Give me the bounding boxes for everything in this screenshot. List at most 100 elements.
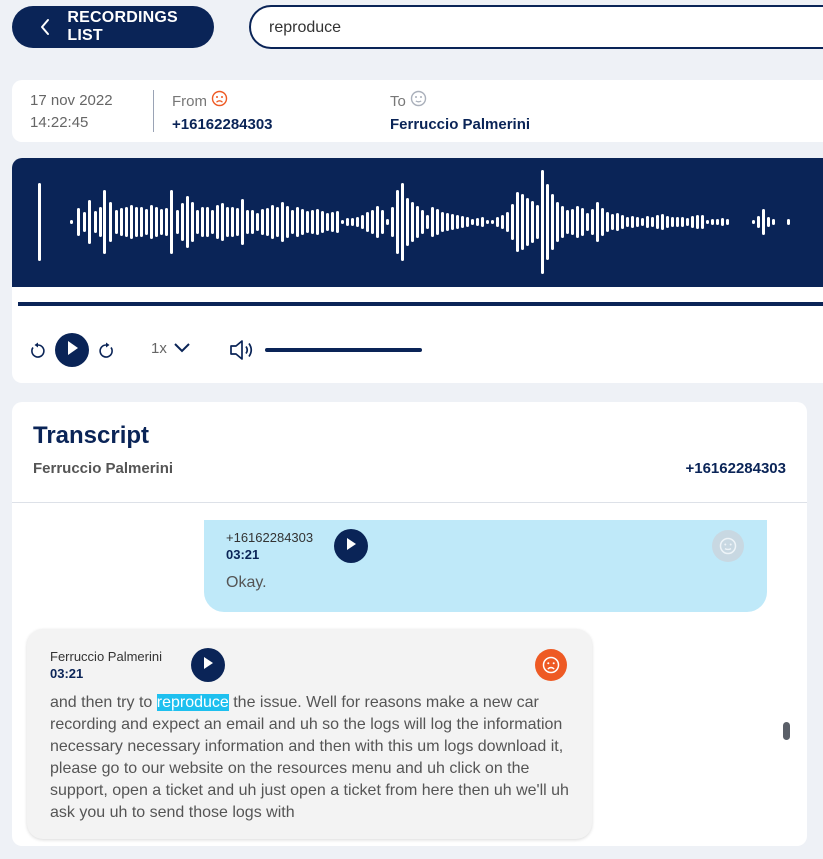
replay-icon[interactable]	[28, 341, 48, 361]
waveform-bar	[762, 209, 765, 235]
waveform-bar	[115, 210, 118, 234]
play-button[interactable]	[55, 333, 89, 367]
waveform-bar	[281, 202, 284, 242]
waveform-bar	[160, 209, 163, 235]
waveform-bar	[376, 206, 379, 238]
waveform-bar	[196, 210, 199, 234]
waveform-bar	[772, 219, 775, 225]
waveform-bar	[150, 205, 153, 239]
waveform-bar	[671, 217, 674, 227]
from-value: +16162284303	[172, 116, 273, 133]
forward-icon[interactable]	[96, 341, 116, 361]
waveform-bar	[261, 209, 264, 235]
message-text: Okay.	[226, 574, 267, 591]
waveform-bar	[416, 206, 419, 238]
waveform-bar	[276, 207, 279, 237]
waveform-bar	[721, 218, 724, 226]
waveform-bar	[591, 209, 594, 235]
waveform-bar	[531, 201, 534, 243]
search-input[interactable]	[269, 17, 823, 39]
waveform-bar	[511, 204, 514, 240]
playback-progress-bar[interactable]	[18, 302, 823, 306]
waveform-bar	[165, 208, 168, 236]
waveform-bar	[371, 210, 374, 234]
neutral-face-icon	[712, 530, 744, 562]
waveform-bar	[406, 198, 409, 246]
waveform-bar	[686, 218, 689, 226]
volume-icon[interactable]	[228, 338, 256, 362]
waveform-bar	[651, 217, 654, 227]
speed-value: 1x	[151, 340, 167, 357]
waveform-bar	[661, 214, 664, 230]
waveform-bar	[541, 170, 544, 274]
waveform-bar	[561, 206, 564, 238]
waveform-bar	[99, 207, 102, 237]
waveform-bar	[88, 200, 91, 244]
call-date: 17 nov 2022	[30, 92, 113, 109]
neutral-face-icon	[410, 90, 427, 114]
call-datetime: 17 nov 2022 14:22:45	[30, 90, 113, 134]
call-info-card: 17 nov 2022 14:22:45 From +16162284303 T…	[12, 80, 823, 142]
waveform-bar	[103, 190, 106, 254]
volume-slider[interactable]	[265, 348, 422, 352]
waveform-bar	[381, 210, 384, 234]
play-icon	[202, 656, 214, 675]
waveform-bar	[716, 219, 719, 225]
search-highlight: reproduce	[156, 694, 229, 711]
waveform-bar	[696, 215, 699, 229]
waveform-bar	[94, 211, 97, 233]
waveform-bar	[521, 194, 524, 250]
waveform-bar	[681, 217, 684, 227]
waveform-bar	[636, 217, 639, 227]
waveform-bar	[109, 202, 112, 242]
waveform-bar	[787, 219, 790, 225]
waveform-bar	[456, 215, 459, 229]
waveform-bar	[70, 220, 73, 224]
frown-icon	[535, 649, 567, 681]
waveform-bar	[501, 215, 504, 229]
waveform-bar	[155, 207, 158, 237]
waveform-bar	[396, 190, 399, 254]
waveform-bar	[216, 205, 219, 239]
waveform-bar	[767, 217, 770, 227]
from-field: From +16162284303	[172, 90, 273, 136]
waveform-bar	[576, 206, 579, 238]
waveform-bar	[706, 220, 709, 224]
waveform-bar	[611, 214, 614, 230]
waveform-bar	[471, 219, 474, 225]
waveform-bar	[286, 206, 289, 238]
waveform-bar	[271, 205, 274, 239]
info-divider	[153, 90, 154, 132]
waveform-bar	[446, 213, 449, 231]
waveform-bar	[551, 194, 554, 250]
waveform-bar	[176, 210, 179, 234]
waveform-bar	[191, 202, 194, 242]
waveform-bar	[386, 219, 389, 225]
message-play-button[interactable]	[334, 529, 368, 563]
waveform-bar	[246, 210, 249, 234]
waveform-bar	[331, 212, 334, 232]
waveform-bar	[296, 207, 299, 237]
waveform-bar	[306, 211, 309, 233]
message-speaker: +16162284303	[226, 530, 314, 545]
message-play-button[interactable]	[191, 648, 225, 682]
waveform-bar	[426, 215, 429, 229]
waveform-bar	[361, 215, 364, 229]
waveform-bar	[436, 209, 439, 235]
speed-select[interactable]: 1x	[151, 340, 191, 357]
waveform[interactable]	[12, 158, 823, 287]
waveform-bar	[476, 218, 479, 226]
message-text-after: the issue. Well for reasons make a new c…	[50, 694, 569, 821]
waveform-bar	[145, 209, 148, 235]
to-value: Ferruccio Palmerini	[390, 116, 531, 133]
chevron-left-icon	[34, 16, 55, 38]
recordings-list-button[interactable]: RECORDINGS LIST	[12, 6, 214, 48]
waveform-bar	[135, 207, 138, 237]
search-box[interactable]	[249, 5, 823, 49]
waveform-bar	[451, 214, 454, 230]
transcript-scrollbar[interactable]	[783, 722, 790, 740]
transcript-panel: Transcript Ferruccio Palmerini +16162284…	[12, 402, 807, 846]
waveform-bar	[231, 207, 234, 237]
waveform-bar	[181, 203, 184, 241]
waveform-bar	[466, 217, 469, 227]
